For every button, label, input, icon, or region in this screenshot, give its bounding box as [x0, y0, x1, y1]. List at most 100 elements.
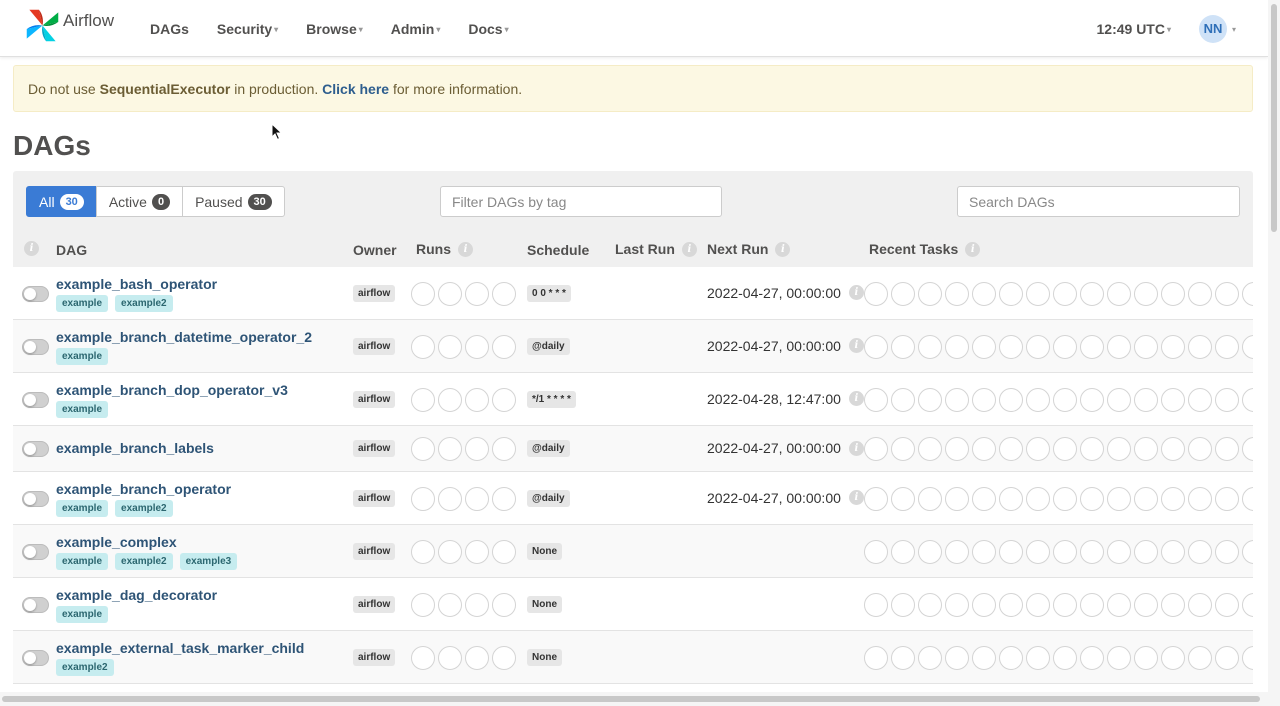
task-state-circle[interactable]	[1242, 645, 1253, 670]
run-state-circle[interactable]	[411, 334, 435, 359]
task-state-circle[interactable]	[918, 539, 942, 564]
task-state-circle[interactable]	[1053, 539, 1077, 564]
task-state-circle[interactable]	[1134, 334, 1158, 359]
header-owner[interactable]: Owner	[353, 242, 397, 258]
nav-item-browse[interactable]: Browse ▾	[306, 21, 363, 37]
info-icon[interactable]: i	[848, 285, 864, 300]
task-state-circle[interactable]	[864, 645, 888, 670]
task-state-circle[interactable]	[945, 486, 969, 511]
pause-toggle[interactable]	[22, 649, 49, 666]
utc-clock-dropdown[interactable]: 12:49 UTC ▾	[1097, 21, 1171, 37]
pause-toggle[interactable]	[22, 441, 49, 457]
run-state-circle[interactable]	[492, 539, 516, 564]
info-icon[interactable]: i	[848, 440, 864, 456]
task-state-circle[interactable]	[1215, 592, 1239, 617]
task-state-circle[interactable]	[1053, 437, 1077, 461]
run-state-circle[interactable]	[465, 387, 489, 412]
task-state-circle[interactable]	[918, 387, 942, 412]
task-state-circle[interactable]	[1080, 437, 1104, 461]
task-state-circle[interactable]	[1134, 539, 1158, 564]
task-state-circle[interactable]	[1242, 437, 1253, 461]
run-state-circle[interactable]	[411, 437, 435, 461]
task-state-circle[interactable]	[972, 486, 996, 511]
task-state-circle[interactable]	[864, 437, 888, 461]
info-icon[interactable]: i	[775, 241, 791, 257]
dag-tag[interactable]: example	[56, 553, 109, 570]
dag-tag[interactable]: example2	[115, 295, 173, 312]
owner-badge[interactable]: airflow	[353, 284, 396, 302]
run-state-circle[interactable]	[465, 645, 489, 670]
pause-toggle[interactable]	[22, 490, 49, 507]
run-state-circle[interactable]	[465, 539, 489, 564]
pause-toggle[interactable]	[22, 285, 49, 302]
nav-item-admin[interactable]: Admin ▾	[391, 21, 441, 37]
task-state-circle[interactable]	[864, 539, 888, 564]
task-state-circle[interactable]	[1188, 334, 1212, 359]
task-state-circle[interactable]	[999, 486, 1023, 511]
dag-tag[interactable]: example	[56, 500, 109, 517]
task-state-circle[interactable]	[1026, 645, 1050, 670]
task-state-circle[interactable]	[1107, 281, 1131, 306]
header-last-run[interactable]: Last Run i	[615, 241, 697, 257]
search-input[interactable]	[957, 186, 1240, 217]
task-state-circle[interactable]	[1242, 334, 1253, 359]
dag-link[interactable]: example_dag_decorator	[56, 587, 217, 603]
run-state-circle[interactable]	[492, 334, 516, 359]
run-state-circle[interactable]	[411, 592, 435, 617]
run-state-circle[interactable]	[411, 645, 435, 670]
task-state-circle[interactable]	[999, 592, 1023, 617]
dag-tag[interactable]: example	[56, 348, 109, 365]
dag-tag[interactable]: example2	[115, 500, 173, 517]
dag-link[interactable]: example_branch_operator	[56, 481, 231, 497]
task-state-circle[interactable]	[1215, 387, 1239, 412]
task-state-circle[interactable]	[945, 437, 969, 461]
nav-item-dags[interactable]: DAGs	[150, 21, 189, 37]
task-state-circle[interactable]	[1107, 437, 1131, 461]
run-state-circle[interactable]	[438, 334, 462, 359]
task-state-circle[interactable]	[972, 387, 996, 412]
run-state-circle[interactable]	[492, 437, 516, 461]
task-state-circle[interactable]	[1134, 387, 1158, 412]
run-state-circle[interactable]	[492, 387, 516, 412]
task-state-circle[interactable]	[891, 281, 915, 306]
task-state-circle[interactable]	[1080, 539, 1104, 564]
task-state-circle[interactable]	[1107, 387, 1131, 412]
run-state-circle[interactable]	[411, 486, 435, 511]
task-state-circle[interactable]	[918, 645, 942, 670]
task-state-circle[interactable]	[1134, 645, 1158, 670]
horizontal-scrollbar[interactable]	[0, 692, 1268, 706]
tab-paused[interactable]: Paused 30	[182, 186, 285, 217]
run-state-circle[interactable]	[492, 592, 516, 617]
owner-badge[interactable]: airflow	[353, 542, 396, 560]
dag-tag[interactable]: example	[56, 401, 109, 418]
task-state-circle[interactable]	[1026, 592, 1050, 617]
task-state-circle[interactable]	[1080, 281, 1104, 306]
task-state-circle[interactable]	[1188, 437, 1212, 461]
run-state-circle[interactable]	[438, 387, 462, 412]
info-icon[interactable]: i	[848, 338, 864, 353]
task-state-circle[interactable]	[891, 486, 915, 511]
task-state-circle[interactable]	[1215, 437, 1239, 461]
pause-toggle[interactable]	[22, 543, 49, 560]
run-state-circle[interactable]	[411, 387, 435, 412]
tab-active[interactable]: Active 0	[95, 186, 184, 217]
task-state-circle[interactable]	[864, 281, 888, 306]
task-state-circle[interactable]	[918, 592, 942, 617]
tab-all[interactable]: All 30	[26, 186, 97, 217]
owner-badge[interactable]: airflow	[353, 440, 396, 457]
run-state-circle[interactable]	[438, 486, 462, 511]
task-state-circle[interactable]	[1107, 645, 1131, 670]
task-state-circle[interactable]	[1080, 387, 1104, 412]
task-state-circle[interactable]	[864, 334, 888, 359]
task-state-circle[interactable]	[1242, 281, 1253, 306]
task-state-circle[interactable]	[864, 592, 888, 617]
task-state-circle[interactable]	[1080, 334, 1104, 359]
task-state-circle[interactable]	[1080, 486, 1104, 511]
owner-badge[interactable]: airflow	[353, 489, 396, 507]
task-state-circle[interactable]	[1026, 281, 1050, 306]
nav-item-security[interactable]: Security ▾	[217, 21, 278, 37]
task-state-circle[interactable]	[972, 592, 996, 617]
task-state-circle[interactable]	[1188, 281, 1212, 306]
task-state-circle[interactable]	[1026, 334, 1050, 359]
task-state-circle[interactable]	[891, 334, 915, 359]
